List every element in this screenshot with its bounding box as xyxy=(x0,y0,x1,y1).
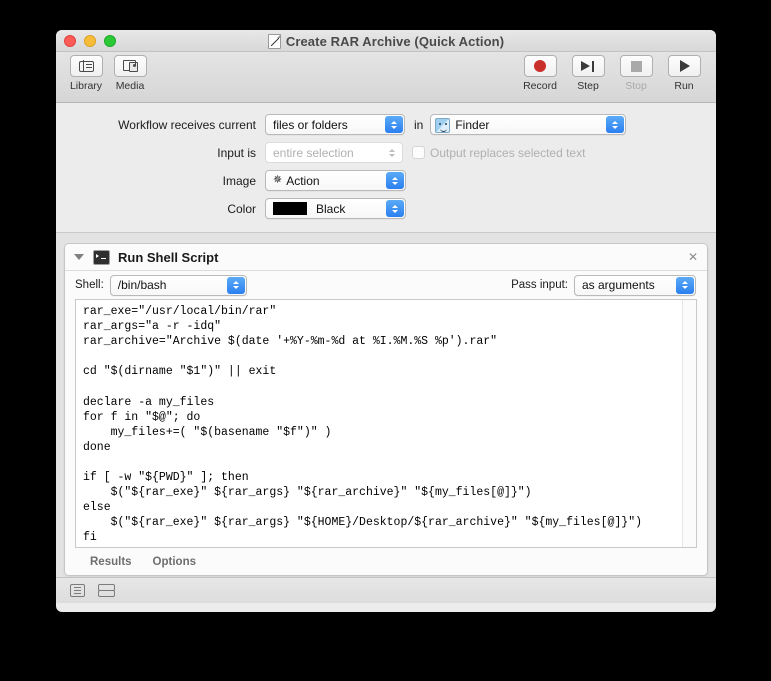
chevron-updown-icon xyxy=(676,276,694,294)
application-dropdown-value: Finder xyxy=(455,117,490,132)
log-view-icon[interactable] xyxy=(70,584,85,597)
in-label: in xyxy=(414,117,424,132)
stop-button: Stop xyxy=(617,55,655,92)
action-header: Run Shell Script ✕ xyxy=(65,244,707,271)
image-dropdown-value: Action xyxy=(286,173,320,188)
media-icon xyxy=(122,60,138,72)
toolbar-left-group: Library Media xyxy=(67,55,149,92)
tab-results[interactable]: Results xyxy=(90,556,132,568)
input-is-label: Input is xyxy=(217,145,256,160)
shell-settings-bar: Shell: /bin/bash Pass input: as argument… xyxy=(65,271,707,299)
script-scrollbar[interactable] xyxy=(682,300,696,547)
close-icon[interactable]: ✕ xyxy=(688,251,698,263)
window-title: Create RAR Archive (Quick Action) xyxy=(56,30,716,52)
output-replaces-label: Output replaces selected text xyxy=(430,145,586,160)
application-dropdown[interactable]: Finder xyxy=(430,114,627,135)
run-icon xyxy=(680,60,690,72)
script-editor[interactable]: rar_exe="/usr/local/bin/rar" rar_args="a… xyxy=(75,299,697,548)
color-swatch xyxy=(273,202,307,215)
record-icon xyxy=(534,60,546,72)
run-button-label: Run xyxy=(674,80,694,92)
image-row: Image ✵ Action xyxy=(56,170,716,191)
split-view-icon[interactable] xyxy=(98,584,115,597)
color-label: Color xyxy=(227,201,256,216)
chevron-updown-icon xyxy=(386,200,404,217)
receives-dropdown-value: files or folders xyxy=(273,117,348,132)
script-text[interactable]: rar_exe="/usr/local/bin/rar" rar_args="a… xyxy=(76,300,696,547)
toolbar: Library Media Record Step Stop Run xyxy=(56,52,716,103)
toolbar-right-group: Record Step Stop Run xyxy=(521,55,703,92)
library-icon xyxy=(78,60,94,72)
window-title-text: Create RAR Archive (Quick Action) xyxy=(285,33,505,49)
input-is-dropdown-value: entire selection xyxy=(273,145,354,160)
receives-row: Workflow receives current files or folde… xyxy=(56,114,716,135)
shell-dropdown[interactable]: /bin/bash xyxy=(109,274,247,296)
workflow-canvas: Run Shell Script ✕ Shell: /bin/bash Pass… xyxy=(56,233,716,577)
pass-input-dropdown[interactable]: as arguments xyxy=(574,274,696,296)
library-button[interactable]: Library xyxy=(67,55,105,92)
stop-button-label: Stop xyxy=(625,80,647,92)
title-bar: Create RAR Archive (Quick Action) xyxy=(56,30,716,52)
media-button[interactable]: Media xyxy=(111,55,149,92)
image-dropdown[interactable]: ✵ Action xyxy=(265,170,406,191)
pass-input-label: Pass input: xyxy=(511,279,568,291)
status-bar xyxy=(56,577,716,603)
output-replaces-checkbox xyxy=(412,146,425,159)
disclosure-triangle-icon[interactable] xyxy=(74,254,84,260)
gear-icon: ✵ xyxy=(273,174,283,186)
receives-label: Workflow receives current xyxy=(118,117,256,132)
step-icon xyxy=(581,60,595,72)
action-tabs: Results Options xyxy=(65,548,707,575)
tab-options[interactable]: Options xyxy=(153,556,196,568)
chevron-updown-icon xyxy=(386,172,404,189)
input-is-dropdown: entire selection xyxy=(265,142,403,163)
step-button-label: Step xyxy=(577,80,599,92)
shell-label: Shell: xyxy=(75,279,104,291)
record-button[interactable]: Record xyxy=(521,55,559,92)
media-button-label: Media xyxy=(115,80,145,92)
chevron-updown-icon xyxy=(383,144,401,161)
chevron-updown-icon xyxy=(226,276,245,294)
action-title: Run Shell Script xyxy=(118,249,219,265)
color-dropdown-value: Black xyxy=(316,201,346,216)
run-button[interactable]: Run xyxy=(665,55,703,92)
color-row: Color Black xyxy=(56,198,716,219)
document-icon xyxy=(267,33,281,49)
terminal-icon xyxy=(93,249,110,265)
input-is-row: Input is entire selection Output replace… xyxy=(56,142,716,163)
finder-icon xyxy=(435,117,451,133)
color-dropdown[interactable]: Black xyxy=(265,198,406,219)
image-label: Image xyxy=(222,173,256,188)
step-button[interactable]: Step xyxy=(569,55,607,92)
record-button-label: Record xyxy=(523,80,557,92)
stop-icon xyxy=(630,60,642,72)
shell-dropdown-value: /bin/bash xyxy=(117,278,167,292)
chevron-updown-icon xyxy=(385,116,403,133)
library-button-label: Library xyxy=(69,80,103,92)
automator-window: Create RAR Archive (Quick Action) Librar… xyxy=(56,30,716,612)
output-replaces-checkbox-group: Output replaces selected text xyxy=(412,146,585,160)
pass-input-dropdown-value: as arguments xyxy=(582,278,655,292)
chevron-updown-icon xyxy=(606,116,625,133)
action-run-shell-script: Run Shell Script ✕ Shell: /bin/bash Pass… xyxy=(64,243,708,576)
workflow-settings: Workflow receives current files or folde… xyxy=(56,103,716,233)
receives-dropdown[interactable]: files or folders xyxy=(265,114,405,135)
